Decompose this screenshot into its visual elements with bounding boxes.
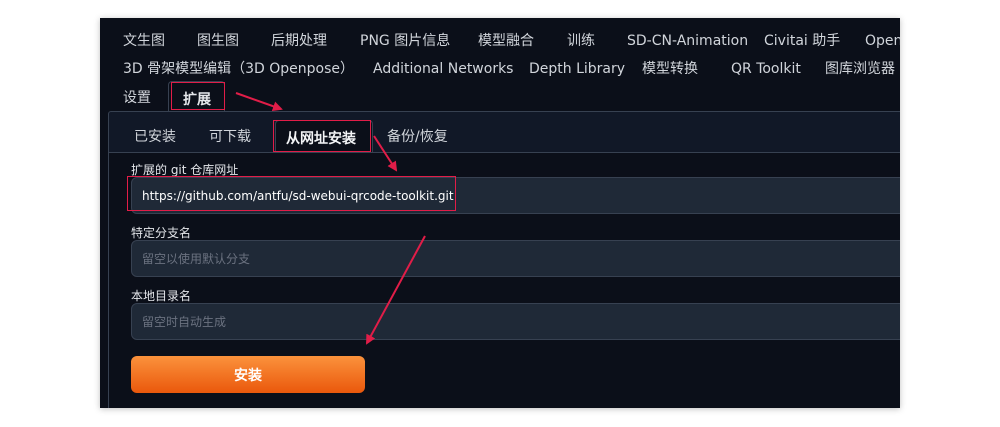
tab-extras[interactable]: 后期处理 [271,32,327,50]
tab-img2img[interactable]: 图生图 [197,32,239,50]
tab-additional-networks[interactable]: Additional Networks [373,60,513,78]
install-button[interactable]: 安装 [131,356,365,393]
tab-image-browser[interactable]: 图库浏览器 [825,60,895,78]
tab-extensions[interactable]: 扩展 [168,81,225,111]
subtab-install-from-url[interactable]: 从网址安装 [275,120,373,152]
webui-window: 文生图 图生图 后期处理 PNG 图片信息 模型融合 训练 SD-CN-Anim… [100,18,900,408]
tab-depth-library[interactable]: Depth Library [529,60,625,78]
branch-label: 特定分支名 [131,226,192,240]
extensions-panel: 已安装 可下载 从网址安装 备份/恢复 扩展的 git 仓库网址 特定分支名 本… [108,111,900,408]
repo-url-input[interactable] [131,177,900,214]
subtab-installed[interactable]: 已安装 [134,128,176,146]
tab-train[interactable]: 训练 [567,32,595,50]
tab-qr-toolkit[interactable]: QR Toolkit [731,60,801,78]
subtab-available[interactable]: 可下载 [209,128,251,146]
tab-extensions-label: 扩展 [183,92,211,108]
tab-civitai-helper[interactable]: Civitai 助手 [764,32,840,50]
tab-png-info[interactable]: PNG 图片信息 [360,32,450,50]
install-from-url-form: 扩展的 git 仓库网址 特定分支名 本地目录名 安装 [109,152,900,408]
tab-checkpoint-merger[interactable]: 模型融合 [478,32,534,50]
subtab-backup-restore[interactable]: 备份/恢复 [387,128,448,146]
tab-settings[interactable]: 设置 [123,89,151,107]
local-dir-input[interactable] [131,303,900,340]
tab-open[interactable]: Open [865,32,900,50]
tab-3d-openpose[interactable]: 3D 骨架模型编辑（3D Openpose） [123,60,354,78]
tab-model-converter[interactable]: 模型转换 [642,60,698,78]
tab-txt2img[interactable]: 文生图 [123,32,165,50]
repo-url-label: 扩展的 git 仓库网址 [131,163,239,177]
arrow-to-install-from-url [235,92,283,112]
branch-input[interactable] [131,240,900,277]
local-dir-label: 本地目录名 [131,289,192,303]
tab-sd-cn-animation[interactable]: SD-CN-Animation [627,32,748,50]
subtab-install-from-url-label: 从网址安装 [286,131,356,147]
